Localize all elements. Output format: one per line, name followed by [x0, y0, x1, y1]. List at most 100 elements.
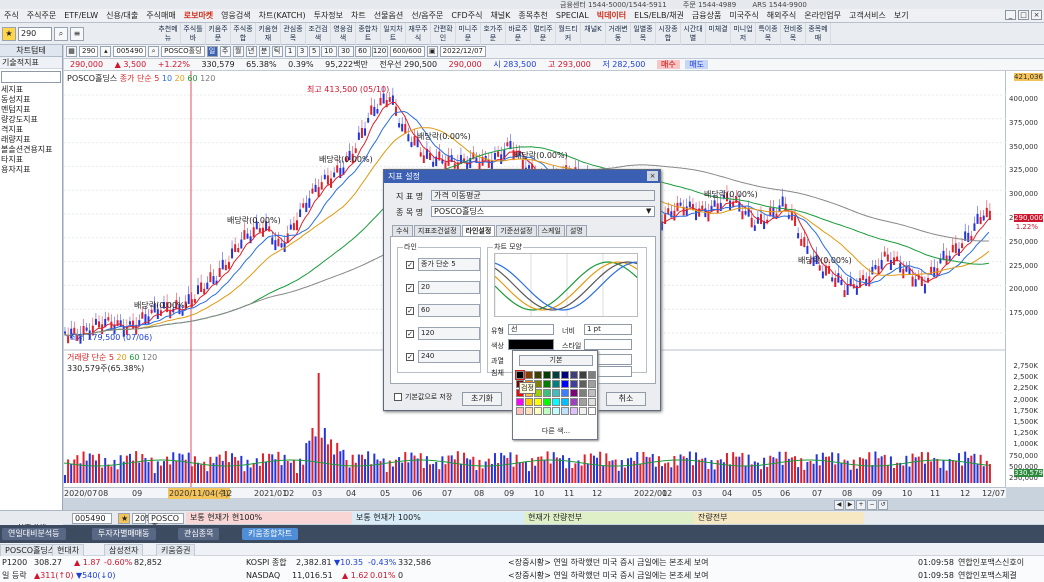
- menu-item[interactable]: 선/옵주문: [407, 9, 447, 22]
- color-swatch[interactable]: [552, 371, 560, 379]
- toolbar-button[interactable]: 시간대별: [681, 23, 706, 45]
- color-swatch[interactable]: [588, 380, 596, 388]
- color-swatch[interactable]: [561, 407, 569, 415]
- color-swatch[interactable]: [570, 407, 578, 415]
- menu-item[interactable]: 차트: [347, 9, 370, 22]
- default-save-checkbox[interactable]: 기본값으로 저장: [394, 392, 452, 402]
- color-swatch[interactable]: [534, 398, 542, 406]
- width-select[interactable]: 1 pt: [584, 324, 632, 335]
- indicator-item[interactable]: 용자지표: [0, 165, 62, 175]
- period-year-button[interactable]: 년: [245, 46, 257, 57]
- color-swatch[interactable]: [579, 380, 587, 388]
- stock-select[interactable]: POSCO홀딩스: [431, 206, 655, 217]
- order-code-input[interactable]: 005490: [72, 513, 112, 524]
- menu-item[interactable]: 채널K: [486, 9, 514, 22]
- color-swatch[interactable]: [570, 398, 578, 406]
- buy-button[interactable]: 매수: [656, 60, 680, 69]
- search-icon[interactable]: ⌕: [54, 27, 68, 41]
- toolbar-button[interactable]: 일별종목: [631, 23, 656, 45]
- reset-icon[interactable]: ↺: [878, 500, 888, 510]
- date-input[interactable]: 2022/12/07: [439, 46, 487, 57]
- color-swatch[interactable]: [534, 371, 542, 379]
- color-select[interactable]: [508, 339, 554, 350]
- period-option[interactable]: 5: [308, 46, 320, 57]
- sidebar-section-title[interactable]: 기술적지표: [0, 57, 62, 69]
- color-swatch[interactable]: [515, 370, 525, 380]
- menu-icon[interactable]: ≡: [70, 27, 84, 41]
- color-swatch[interactable]: [570, 380, 578, 388]
- scroll-right-icon[interactable]: ▶: [845, 500, 855, 510]
- menu-item[interactable]: ETF/ELW: [60, 9, 102, 22]
- color-swatch[interactable]: [543, 371, 551, 379]
- toolbar-button[interactable]: 바로주문: [506, 23, 531, 45]
- period-option[interactable]: 60: [354, 46, 371, 57]
- dialog-tab[interactable]: 라인설정: [461, 225, 496, 236]
- minimize-button[interactable]: _: [1005, 10, 1016, 20]
- period-week-button[interactable]: 주: [219, 46, 231, 57]
- indicator-item[interactable]: 래량지표: [0, 135, 62, 145]
- toolbar-button[interactable]: 시장종합: [656, 23, 681, 45]
- order-cell[interactable]: 보통 현재가 100%: [352, 512, 524, 524]
- period-minute-button[interactable]: 분: [258, 46, 270, 57]
- dialog-tab[interactable]: 기준선설정: [496, 225, 537, 236]
- period-month-button[interactable]: 월: [232, 46, 244, 57]
- color-swatch[interactable]: [543, 398, 551, 406]
- color-swatch[interactable]: [534, 407, 542, 415]
- indicator-item[interactable]: 멘텀지표: [0, 105, 62, 115]
- toolbar-button[interactable]: 조건검색: [306, 23, 331, 45]
- color-swatch[interactable]: [561, 371, 569, 379]
- screen-code-input[interactable]: 290: [18, 27, 52, 41]
- menu-item[interactable]: 미국주식: [725, 9, 762, 22]
- toolbar-button[interactable]: 멀티주문: [531, 23, 556, 45]
- period-option[interactable]: 10: [320, 46, 337, 57]
- line-field[interactable]: 20: [418, 281, 480, 294]
- order-name-field[interactable]: POSCO홀: [148, 513, 184, 532]
- period-option[interactable]: 3: [296, 46, 308, 57]
- menu-item[interactable]: 주식주문: [23, 9, 60, 22]
- sidebar-header[interactable]: 차트텀테: [0, 45, 62, 57]
- toolbar-button[interactable]: 호가주문: [481, 23, 506, 45]
- color-swatch[interactable]: [570, 371, 578, 379]
- color-swatch[interactable]: [552, 380, 560, 388]
- sell-button[interactable]: 매도: [685, 60, 708, 69]
- toolbar-button[interactable]: 추천메뉴: [156, 23, 181, 45]
- screen-tab[interactable]: 투자자별매매동: [92, 528, 156, 540]
- basic-color-button[interactable]: 기본: [519, 355, 593, 366]
- indicator-item[interactable]: 격지표: [0, 125, 62, 135]
- toolbar-button[interactable]: 키움주문: [206, 23, 231, 45]
- grid-icon[interactable]: ▦: [66, 46, 77, 57]
- order-cell[interactable]: 보통 현재가 현100%: [186, 512, 352, 524]
- dialog-close-button[interactable]: ×: [647, 171, 658, 181]
- screen-tab[interactable]: 키움종합차트: [242, 528, 299, 540]
- screen-tab[interactable]: 관심종목: [178, 528, 220, 540]
- color-swatch[interactable]: [561, 398, 569, 406]
- interval-input[interactable]: 290: [79, 46, 99, 57]
- toolbar-button[interactable]: 영웅검색: [331, 23, 356, 45]
- toolbar-button[interactable]: 간편확인: [431, 23, 456, 45]
- menu-item[interactable]: 로보마켓: [180, 9, 217, 22]
- menu-item[interactable]: 영웅검색: [217, 9, 254, 22]
- toolbar-button[interactable]: 키움현재: [256, 23, 281, 45]
- menu-item[interactable]: CFD주식: [447, 9, 486, 22]
- lock-icon[interactable]: ▣: [426, 46, 438, 57]
- dialog-tab[interactable]: 수식: [392, 225, 413, 236]
- star-icon[interactable]: ★: [2, 27, 16, 41]
- checkbox-box[interactable]: [394, 393, 402, 401]
- line-checkbox[interactable]: ✓: [406, 329, 414, 338]
- toolbar-button[interactable]: 주식틀바: [181, 23, 206, 45]
- menu-item[interactable]: 빅데이터: [593, 9, 630, 22]
- color-swatch[interactable]: [516, 398, 524, 406]
- menu-item[interactable]: SPECIAL: [552, 9, 593, 22]
- line-checkbox[interactable]: ✓: [406, 260, 414, 269]
- toolbar-button[interactable]: 관심종목: [281, 23, 306, 45]
- color-swatch[interactable]: [552, 407, 560, 415]
- stock-code-input[interactable]: 005490: [113, 46, 147, 57]
- line-checkbox[interactable]: ✓: [406, 283, 414, 292]
- menu-item[interactable]: ELS/ELB/채권: [630, 9, 688, 22]
- dialog-tab[interactable]: 설명: [565, 225, 587, 236]
- indicator-combo[interactable]: [1, 71, 61, 83]
- menu-item[interactable]: 종목추천: [514, 9, 551, 22]
- toolbar-button[interactable]: 미체결: [706, 23, 731, 45]
- maximize-button[interactable]: □: [1018, 10, 1029, 20]
- color-swatch[interactable]: [552, 389, 560, 397]
